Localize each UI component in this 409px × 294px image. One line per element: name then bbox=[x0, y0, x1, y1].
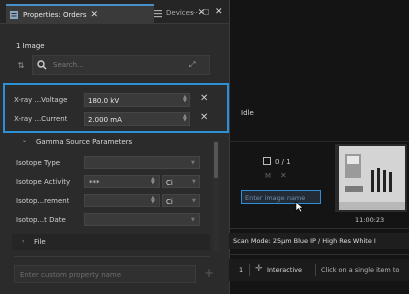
expand-icon[interactable]: ⤢ bbox=[189, 60, 195, 70]
spinner-icon[interactable]: ▲ ▼ bbox=[183, 95, 187, 104]
scan-thumbnail[interactable] bbox=[335, 144, 407, 212]
scan-mode-bar: Scan Mode: 25µm Blue IP / High Res White… bbox=[229, 233, 409, 249]
sort-icon[interactable]: ⇅ bbox=[16, 60, 26, 70]
image-name-input[interactable]: Enter image name bbox=[241, 190, 321, 204]
tab-properties-orders[interactable]: Properties: Orders ✕ bbox=[6, 4, 154, 24]
move-icon[interactable]: ✛ bbox=[255, 264, 263, 274]
gamma-section-label: Gamma Source Parameters bbox=[36, 138, 133, 146]
search-icon bbox=[37, 60, 47, 70]
isotope-activity-label: Isotope Activity bbox=[16, 178, 71, 186]
devices-icon bbox=[153, 8, 163, 18]
dropdown-arrow-icon: ▼ bbox=[191, 217, 195, 223]
close-icon[interactable]: ✕ bbox=[91, 10, 99, 20]
toolbar-index: 1 bbox=[239, 266, 244, 274]
tab-bar: Properties: Orders ✕ Devices ✕ ⋯ ◻ ✕ bbox=[0, 0, 229, 24]
isotope-activity-field[interactable]: *** ▲ ▼ bbox=[84, 175, 160, 188]
divider bbox=[229, 141, 409, 142]
mouse-cursor-icon bbox=[295, 201, 304, 215]
xray-voltage-field[interactable]: 180.0 kV ▲ ▼ bbox=[84, 93, 190, 107]
divider bbox=[14, 256, 210, 257]
isotope-activity-value: *** bbox=[89, 179, 100, 187]
unit-value: Ci bbox=[166, 179, 173, 187]
isotope-activity-row: Isotope Activity *** ▲ ▼ Ci ▼ bbox=[16, 175, 206, 188]
tab-label: Properties: Orders bbox=[23, 11, 87, 19]
delete-icon[interactable]: ✕ bbox=[280, 171, 287, 180]
divider bbox=[229, 228, 409, 229]
unit-value: Ci bbox=[166, 198, 173, 206]
spinner-icon[interactable]: ▲ ▼ bbox=[151, 196, 155, 205]
isotope-date-row: Isotop...t Date ▼ bbox=[16, 213, 206, 226]
close-window-icon[interactable]: ✕ bbox=[215, 7, 223, 17]
properties-icon bbox=[9, 10, 19, 20]
expand-chevron-icon: › bbox=[22, 238, 25, 245]
xray-voltage-value: 180.0 kV bbox=[88, 97, 120, 105]
properties-panel: Properties: Orders ✕ Devices ✕ ⋯ ◻ ✕ 1 I… bbox=[0, 0, 229, 294]
restore-window-icon[interactable]: ◻ bbox=[203, 7, 210, 16]
spinner-icon[interactable]: ▲ ▼ bbox=[183, 114, 187, 123]
spinner-icon[interactable]: ▲ ▼ bbox=[151, 177, 155, 186]
more-options-icon[interactable]: ⋯ bbox=[190, 8, 198, 17]
scrollbar-thumb[interactable] bbox=[214, 142, 218, 178]
mail-icon[interactable]: M bbox=[265, 172, 271, 180]
thumbnail-image bbox=[339, 146, 405, 210]
interaction-toolbar: 1 ✛ Interactive Click on a single item t… bbox=[229, 259, 409, 281]
isotope-date-select[interactable]: ▼ bbox=[84, 213, 200, 226]
isotope-date-label: Isotop...t Date bbox=[16, 216, 66, 224]
dropdown-arrow-icon: ▼ bbox=[192, 198, 196, 204]
status-text: Idle bbox=[241, 109, 254, 117]
isotope-type-label: Isotope Type bbox=[16, 159, 61, 167]
image-timestamp: 11:00:23 bbox=[355, 216, 385, 224]
divider bbox=[249, 264, 250, 276]
isotope-measurement-field[interactable]: ▲ ▼ bbox=[84, 194, 160, 207]
scan-mode-text: Scan Mode: 25µm Blue IP / High Res White… bbox=[233, 237, 376, 245]
clear-icon[interactable]: ✕ bbox=[200, 112, 208, 123]
file-section-label: File bbox=[34, 238, 46, 246]
expand-chevron-icon: ⌄ bbox=[22, 137, 28, 144]
search-input[interactable]: Search... bbox=[53, 61, 84, 69]
isotope-measurement-unit-select[interactable]: Ci ▼ bbox=[162, 194, 200, 207]
dropdown-arrow-icon: ▼ bbox=[192, 179, 196, 185]
isotope-activity-unit-select[interactable]: Ci ▼ bbox=[162, 175, 200, 188]
interactive-mode-button[interactable]: Interactive bbox=[267, 266, 302, 274]
toolbar-hint: Click on a single item to bbox=[321, 266, 400, 274]
selection-count: 1 Image bbox=[16, 42, 45, 50]
viewer-divider bbox=[229, 0, 230, 294]
xray-current-value: 2.000 mA bbox=[88, 116, 122, 124]
scan-viewer-panel: Idle 0 / 1 M ✕ Enter image name 11:00:23… bbox=[229, 0, 409, 294]
gamma-section-header[interactable]: ⌄ Gamma Source Parameters bbox=[10, 136, 210, 148]
search-box[interactable]: Search... ⤢ bbox=[32, 55, 210, 75]
isotope-type-row: Isotope Type ▼ bbox=[16, 156, 206, 169]
clear-icon[interactable]: ✕ bbox=[200, 93, 208, 104]
tab-devices[interactable]: Devices ✕ bbox=[150, 4, 222, 22]
isotope-measurement-row: Isotop...rement ▲ ▼ Ci ▼ bbox=[16, 194, 206, 207]
custom-property-input[interactable]: Enter custom property name bbox=[14, 265, 196, 283]
divider bbox=[229, 254, 409, 255]
checkbox[interactable] bbox=[263, 157, 271, 165]
xray-current-label: X-ray ...Current bbox=[14, 115, 68, 123]
isotope-type-select[interactable]: ▼ bbox=[84, 156, 200, 169]
xray-voltage-row: X-ray ...Voltage 180.0 kV ▲ ▼ ✕ bbox=[14, 93, 214, 107]
file-section-header[interactable]: › File bbox=[12, 234, 210, 250]
xray-voltage-label: X-ray ...Voltage bbox=[14, 96, 68, 104]
isotope-measurement-label: Isotop...rement bbox=[16, 197, 70, 205]
custom-property-placeholder: Enter custom property name bbox=[20, 271, 122, 279]
image-counter: 0 / 1 bbox=[275, 158, 291, 166]
dropdown-arrow-icon: ▼ bbox=[191, 160, 195, 166]
scrollbar-track[interactable] bbox=[213, 140, 219, 252]
xray-current-row: X-ray ...Current 2.000 mA ▲ ▼ ✕ bbox=[14, 112, 214, 126]
xray-current-field[interactable]: 2.000 mA ▲ ▼ bbox=[84, 112, 190, 126]
add-property-icon[interactable]: + bbox=[204, 266, 214, 280]
divider bbox=[315, 264, 316, 276]
